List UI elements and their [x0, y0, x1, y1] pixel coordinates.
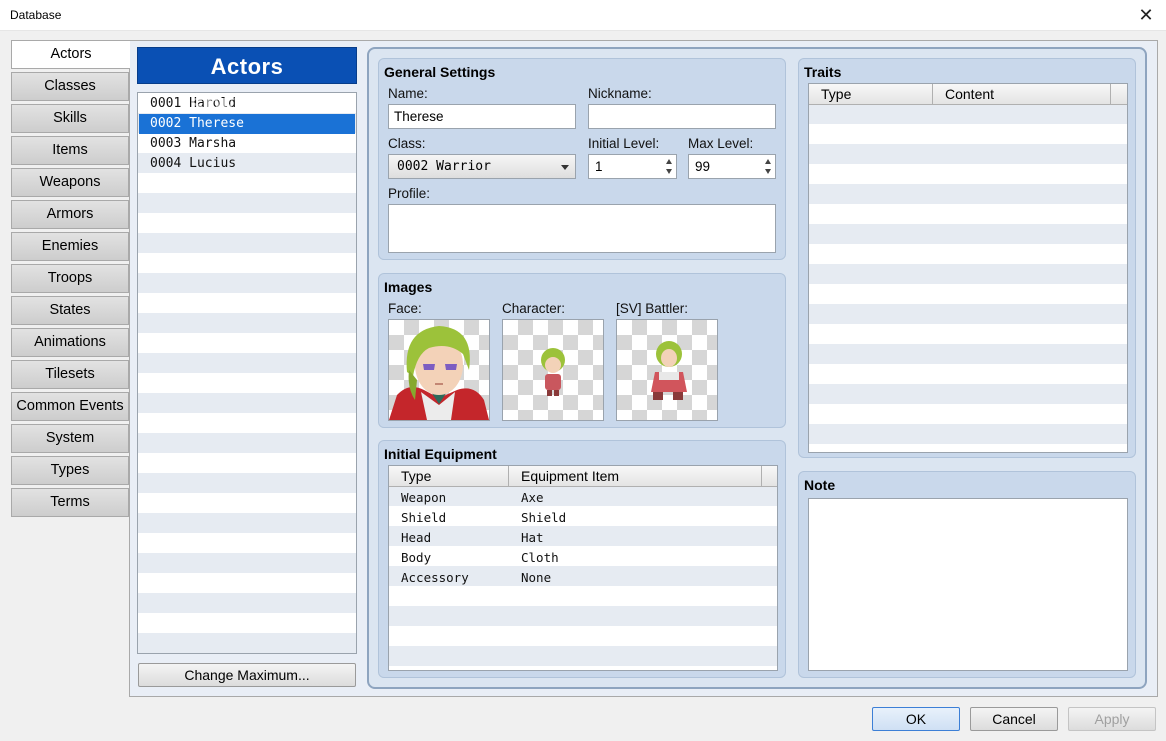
table-header: Type Equipment Item: [389, 466, 777, 487]
spin-up-icon[interactable]: [765, 159, 771, 164]
tab-skills[interactable]: Skills: [11, 104, 129, 133]
tab-items[interactable]: Items: [11, 136, 129, 165]
tab-troops[interactable]: Troops: [11, 264, 129, 293]
character-label: Character:: [502, 301, 566, 316]
column-type[interactable]: Type: [389, 466, 509, 487]
actor-list-header: Actors: [137, 47, 357, 84]
row-type: Accessory: [401, 570, 469, 585]
spin-up-icon[interactable]: [666, 159, 672, 164]
general-settings-panel: General Settings Name: Therese Nickname:…: [378, 58, 786, 260]
watermark: SOFTPEDIA: [190, 95, 314, 117]
row-type: Head: [401, 530, 432, 545]
table-header: Type Content: [809, 84, 1127, 105]
note-field[interactable]: [808, 498, 1128, 671]
change-maximum-button[interactable]: Change Maximum...: [138, 663, 356, 687]
row-type: Weapon: [401, 490, 447, 505]
actor-list[interactable]: 0001 Harold 0002 Therese 0003 Marsha 000…: [137, 92, 357, 654]
cancel-button[interactable]: Cancel: [970, 707, 1058, 731]
class-value: 0002 Warrior: [397, 159, 491, 174]
panel-title: Traits: [804, 64, 842, 80]
class-dropdown[interactable]: 0002 Warrior: [388, 154, 576, 179]
ok-button[interactable]: OK: [872, 707, 960, 731]
initial-equipment-panel: Initial Equipment Type Equipment Item We…: [378, 440, 786, 678]
note-panel: Note: [798, 471, 1136, 678]
nickname-label: Nickname:: [588, 86, 652, 101]
name-label: Name:: [388, 86, 428, 101]
traits-table[interactable]: Type Content: [808, 83, 1128, 453]
name-field[interactable]: Therese: [388, 104, 576, 129]
character-image[interactable]: [502, 319, 604, 421]
list-item[interactable]: 0004 Lucius: [139, 154, 355, 174]
profile-field[interactable]: [388, 204, 776, 253]
tab-weapons[interactable]: Weapons: [11, 168, 129, 197]
nickname-field[interactable]: [588, 104, 776, 129]
window-title: Database: [10, 8, 62, 22]
title-bar: Database ✕: [0, 0, 1166, 31]
tab-system[interactable]: System: [11, 424, 129, 453]
initial-level-stepper[interactable]: 1: [588, 154, 677, 179]
face-label: Face:: [388, 301, 422, 316]
column-equipment-item[interactable]: Equipment Item: [509, 466, 762, 487]
battler-label: [SV] Battler:: [616, 301, 689, 316]
panel-title: Initial Equipment: [384, 446, 497, 462]
row-type: Shield: [401, 510, 447, 525]
tab-terms[interactable]: Terms: [11, 488, 129, 517]
character-sprite-icon: [541, 348, 565, 396]
close-icon[interactable]: ✕: [1136, 4, 1156, 26]
chevron-down-icon: [561, 165, 569, 170]
battler-sprite-icon: [651, 341, 687, 400]
row-type: Body: [401, 550, 432, 565]
tab-animations[interactable]: Animations: [11, 328, 129, 357]
battler-image[interactable]: [616, 319, 718, 421]
tab-states[interactable]: States: [11, 296, 129, 325]
column-type[interactable]: Type: [809, 84, 933, 105]
spin-down-icon[interactable]: [765, 169, 771, 174]
initial-level-value: 1: [595, 159, 603, 174]
panel-title: Images: [384, 279, 433, 295]
row-item[interactable]: Shield: [521, 508, 566, 528]
tab-common-events[interactable]: Common Events: [11, 392, 129, 421]
max-level-stepper[interactable]: 99: [688, 154, 776, 179]
apply-button[interactable]: Apply: [1068, 707, 1156, 731]
tab-enemies[interactable]: Enemies: [11, 232, 129, 261]
tab-types[interactable]: Types: [11, 456, 129, 485]
panel-title: General Settings: [384, 64, 496, 80]
tab-classes[interactable]: Classes: [11, 72, 129, 101]
panel-title: Note: [804, 477, 836, 493]
spin-down-icon[interactable]: [666, 169, 672, 174]
row-item[interactable]: Cloth: [521, 548, 559, 568]
tab-armors[interactable]: Armors: [11, 200, 129, 229]
max-level-value: 99: [695, 159, 711, 174]
class-label: Class:: [388, 136, 426, 151]
initial-level-label: Initial Level:: [588, 136, 660, 151]
images-panel: Images Face: Character: [SV] Battler:: [378, 273, 786, 428]
profile-label: Profile:: [388, 186, 431, 201]
list-item[interactable]: 0003 Marsha: [139, 134, 355, 154]
equipment-table[interactable]: Type Equipment Item Weapon Axe Shield Sh…: [388, 465, 778, 671]
traits-panel: Traits Type Content: [798, 58, 1136, 458]
row-item[interactable]: Axe: [521, 488, 544, 508]
row-item[interactable]: None: [521, 568, 551, 588]
tab-tilesets[interactable]: Tilesets: [11, 360, 129, 389]
face-portrait-icon: [389, 326, 489, 420]
max-level-label: Max Level:: [688, 136, 754, 151]
column-content[interactable]: Content: [933, 84, 1111, 105]
face-image[interactable]: [388, 319, 490, 421]
row-item[interactable]: Hat: [521, 528, 544, 548]
tab-actors[interactable]: Actors: [11, 40, 130, 69]
